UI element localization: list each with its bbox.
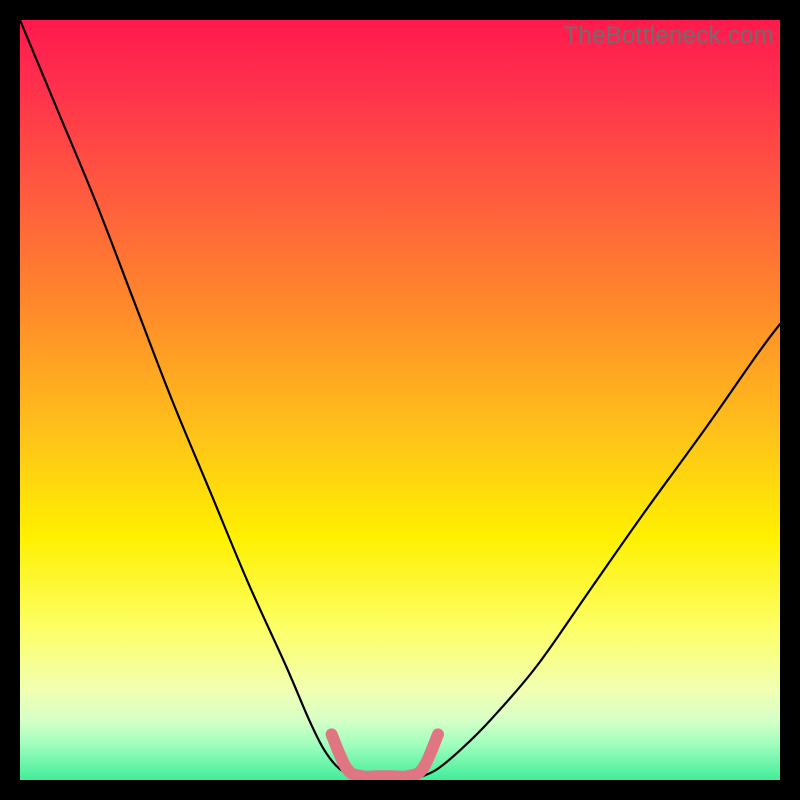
bottleneck-curve-chart bbox=[20, 20, 780, 780]
plot-area: TheBottleneck.com bbox=[20, 20, 780, 780]
curve-left bbox=[20, 20, 354, 776]
trough-overlay bbox=[332, 734, 438, 776]
chart-frame: TheBottleneck.com bbox=[0, 0, 800, 800]
curve-right bbox=[423, 324, 780, 776]
